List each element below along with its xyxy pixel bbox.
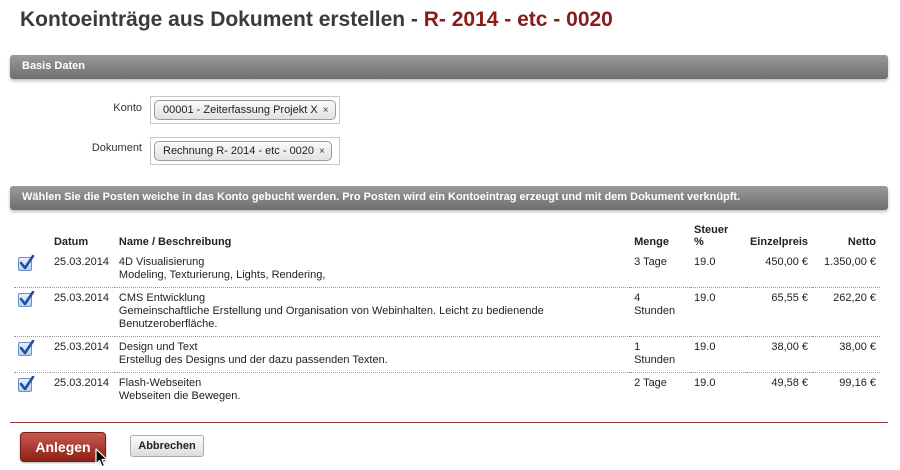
row-checkbox[interactable]	[18, 340, 35, 356]
dokument-remove-icon[interactable]: ×	[319, 146, 325, 157]
row-datum: 25.03.2014	[49, 336, 115, 373]
checkmark-icon	[19, 255, 35, 270]
table-row: 25.03.2014 Flash-Webseiten Webseiten die …	[14, 373, 880, 409]
page-title-prefix: Kontoeinträge aus Dokument erstellen -	[20, 8, 424, 31]
row-steuer: 19.0	[690, 287, 746, 337]
anlegen-button[interactable]: Anlegen	[20, 432, 106, 462]
column-header-netto: Netto	[847, 236, 876, 248]
mouse-cursor-icon	[95, 448, 108, 468]
row-checkbox[interactable]	[18, 291, 35, 307]
row-name: 4D Visualisierung	[118, 256, 205, 268]
row-steuer: 19.0	[690, 252, 746, 288]
row-menge: 4	[634, 292, 641, 304]
column-header-name: Name / Beschreibung	[118, 236, 232, 248]
dokument-field[interactable]: Rechnung R- 2014 - etc - 0020 ×	[150, 137, 340, 165]
konto-tag-label: 00001 - Zeiterfassung Projekt X	[163, 104, 318, 116]
column-header-steuer-line1: Steuer	[694, 224, 729, 236]
row-name: Design und Text	[118, 341, 198, 353]
row-netto: 38,00 €	[812, 336, 880, 373]
page-title-reference: R- 2014 - etc - 0020	[423, 8, 613, 31]
row-menge-unit: Stunden	[634, 354, 676, 366]
row-datum: 25.03.2014	[49, 252, 115, 288]
row-datum: 25.03.2014	[49, 287, 115, 337]
row-menge: 2 Tage	[634, 377, 667, 389]
checkmark-icon	[19, 291, 35, 306]
table-header-row: Datum Name / Beschreibung Menge Steuer% …	[14, 224, 880, 252]
dokument-tag: Rechnung R- 2014 - etc - 0020 ×	[154, 141, 332, 161]
row-name: CMS Entwicklung	[118, 292, 206, 304]
row-netto: 1.350,00 €	[812, 252, 880, 288]
row-menge: 1	[634, 341, 641, 353]
row-steuer: 19.0	[690, 336, 746, 373]
row-menge-unit: Stunden	[634, 305, 676, 317]
row-einzelpreis: 65,55 €	[745, 287, 813, 337]
column-header-menge: Menge	[634, 236, 669, 248]
konto-tag: 00001 - Zeiterfassung Projekt X ×	[154, 100, 336, 120]
row-description: Erstellug des Designs und der dazu passe…	[118, 354, 388, 366]
section-header-posten: Wählen Sie die Posten weiche in das Kont…	[10, 186, 888, 210]
table-row: 25.03.2014 CMS Entwicklung Gemeinschaftli…	[14, 287, 880, 337]
row-einzelpreis: 38,00 €	[745, 336, 813, 373]
footer-divider	[10, 422, 888, 423]
konto-field[interactable]: 00001 - Zeiterfassung Projekt X ×	[150, 96, 340, 124]
row-name: Flash-Webseiten	[118, 377, 202, 389]
posten-table: Datum Name / Beschreibung Menge Steuer% …	[14, 224, 880, 408]
column-header-steuer: Steuer%	[690, 224, 746, 252]
dokument-tag-label: Rechnung R- 2014 - etc - 0020	[163, 145, 315, 157]
row-einzelpreis: 49,58 €	[771, 377, 809, 389]
row-checkbox[interactable]	[18, 255, 35, 271]
row-datum: 25.03.2014	[53, 377, 109, 389]
page-title: Kontoeinträge aus Dokument erstellen - R…	[20, 8, 613, 32]
column-header-datum: Datum	[53, 236, 89, 248]
checkmark-icon	[19, 376, 35, 391]
section-header-basis-daten: Basis Daten	[10, 55, 888, 79]
row-einzelpreis: 450,00 €	[745, 252, 813, 288]
column-header-einzelpreis: Einzelpreis	[749, 236, 809, 248]
column-header-steuer-line2: %	[694, 236, 704, 248]
row-steuer: 19.0	[694, 377, 716, 389]
column-header-select	[14, 224, 50, 252]
row-checkbox[interactable]	[18, 376, 35, 392]
row-description: Gemeinschaftliche Erstellung und Organis…	[118, 305, 544, 317]
konto-remove-icon[interactable]: ×	[323, 105, 329, 116]
row-netto: 99,16 €	[839, 377, 876, 389]
checkmark-icon	[19, 340, 35, 355]
abbrechen-button[interactable]: Abbrechen	[130, 435, 204, 457]
table-row: 25.03.2014 Design und Text Erstellug des …	[14, 336, 880, 373]
row-description: Modeling, Texturierung, Lights, Renderin…	[118, 269, 326, 281]
row-description-cont: Benutzeroberfläche.	[118, 318, 218, 330]
konto-label: Konto	[113, 102, 142, 114]
row-netto: 262,20 €	[812, 287, 880, 337]
row-description: Webseiten die Bewegen.	[118, 390, 241, 402]
dokument-label: Dokument	[91, 142, 142, 154]
row-menge: 3 Tage	[634, 256, 667, 268]
table-row: 25.03.2014 4D Visualisierung Modeling, Te…	[14, 252, 880, 288]
